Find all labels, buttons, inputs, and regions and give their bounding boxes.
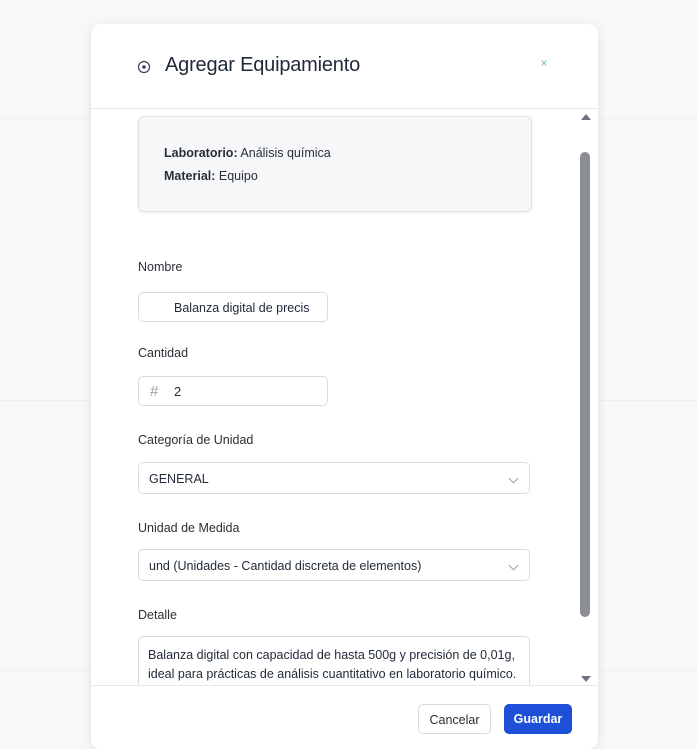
- chevron-down-icon: [508, 560, 519, 571]
- laboratorio-info: Laboratorio: Análisis química: [164, 146, 331, 160]
- laboratorio-value: Análisis química: [240, 146, 331, 160]
- material-value: Equipo: [218, 169, 258, 183]
- radio-circle-icon: [137, 60, 151, 74]
- categoria-select[interactable]: GENERAL: [138, 462, 530, 494]
- cantidad-input[interactable]: # 2: [138, 376, 328, 406]
- material-label: Material:: [164, 169, 216, 183]
- modal-body: Laboratorio: Análisis química Material: …: [91, 109, 598, 685]
- chevron-down-icon: [508, 473, 519, 484]
- save-button[interactable]: Guardar: [504, 704, 572, 734]
- detalle-label: Detalle: [138, 608, 177, 622]
- unidad-select[interactable]: und (Unidades - Cantidad discreta de ele…: [138, 549, 530, 581]
- cantidad-value: 2: [174, 384, 182, 399]
- info-card: Laboratorio: Análisis química Material: …: [138, 116, 532, 212]
- nombre-label: Nombre: [138, 260, 183, 274]
- modal-title: Agregar Equipamiento: [165, 54, 361, 76]
- unidad-value: und (Unidades - Cantidad discreta de ele…: [149, 559, 422, 573]
- cancel-button[interactable]: Cancelar: [418, 704, 491, 734]
- modal-header: Agregar Equipamiento ×: [91, 24, 598, 109]
- nombre-input[interactable]: Balanza digital de precis: [138, 292, 328, 322]
- categoria-value: GENERAL: [149, 472, 209, 486]
- add-equipment-modal: Agregar Equipamiento × Laboratorio: Anál…: [91, 24, 598, 749]
- scroll-down-icon[interactable]: [581, 676, 591, 682]
- hash-icon: #: [150, 383, 159, 400]
- laboratorio-label: Laboratorio:: [164, 146, 238, 160]
- scroll-up-icon[interactable]: [581, 114, 591, 120]
- detalle-value: Balanza digital con capacidad de hasta 5…: [148, 648, 517, 681]
- categoria-label: Categoría de Unidad: [138, 433, 254, 447]
- modal-footer: Cancelar Guardar: [91, 685, 598, 749]
- scrollbar[interactable]: [578, 112, 592, 684]
- cantidad-label: Cantidad: [138, 346, 189, 360]
- scrollbar-thumb[interactable]: [580, 152, 590, 617]
- unidad-label: Unidad de Medida: [138, 521, 240, 535]
- detalle-textarea[interactable]: Balanza digital con capacidad de hasta 5…: [138, 636, 530, 685]
- material-info: Material: Equipo: [164, 169, 258, 183]
- close-button[interactable]: ×: [535, 54, 553, 72]
- nombre-value: Balanza digital de precis: [174, 301, 310, 315]
